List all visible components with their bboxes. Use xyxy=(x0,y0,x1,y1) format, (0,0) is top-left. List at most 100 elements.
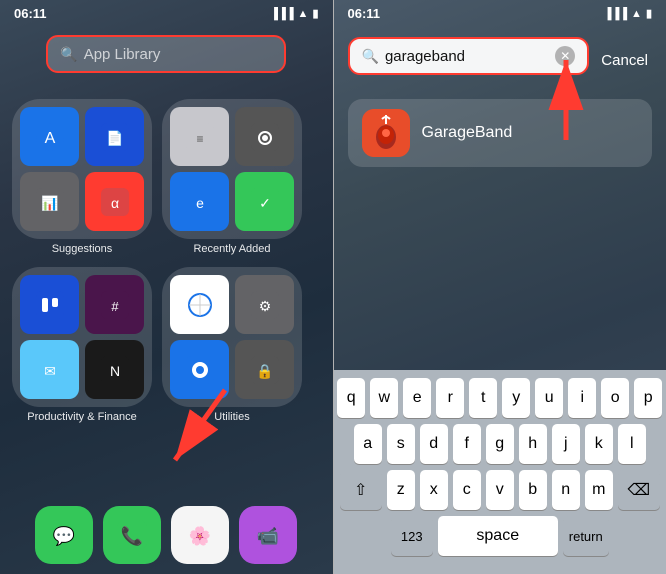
search-results: GarageBand xyxy=(348,99,653,167)
right-search-wrapper: 🔍 garageband ✕ Cancel xyxy=(348,31,653,89)
keyboard-row-4: 123 space return xyxy=(338,516,663,556)
app-store-icon: A xyxy=(20,107,79,166)
photos-icon[interactable]: 🌸 xyxy=(171,506,229,564)
key-k[interactable]: k xyxy=(585,424,613,464)
app-grid: A 📄 📊 α Suggestions xyxy=(0,99,333,423)
mail-icon: ✉ xyxy=(20,340,79,399)
key-e[interactable]: e xyxy=(403,378,431,418)
right-battery-icon: ▮ xyxy=(646,7,652,20)
key-d[interactable]: d xyxy=(420,424,448,464)
svg-text:📹: 📹 xyxy=(257,526,279,546)
svg-text:⚙: ⚙ xyxy=(258,298,271,314)
key-u[interactable]: u xyxy=(535,378,563,418)
phone-icon[interactable]: 📞 xyxy=(103,506,161,564)
key-t[interactable]: t xyxy=(469,378,497,418)
key-return[interactable]: return xyxy=(563,516,609,556)
svg-text:💬: 💬 xyxy=(53,525,75,546)
settings-icon: ⚙ xyxy=(235,275,294,334)
key-y[interactable]: y xyxy=(502,378,530,418)
key-a[interactable]: a xyxy=(354,424,382,464)
productivity-folder[interactable]: # ✉ N Productivity & Finance xyxy=(12,267,152,423)
key-o[interactable]: o xyxy=(601,378,629,418)
key-123[interactable]: 123 xyxy=(391,516,433,556)
suggestions-folder[interactable]: A 📄 📊 α Suggestions xyxy=(12,99,152,255)
trello-icon xyxy=(20,275,79,334)
right-search-text: garageband xyxy=(385,48,549,65)
svg-text:🌸: 🌸 xyxy=(189,525,211,546)
right-status-bar: 06:11 ▐▐▐ ▲ ▮ xyxy=(334,0,666,25)
garageband-name: GarageBand xyxy=(422,124,513,142)
notion-icon: N xyxy=(85,340,144,399)
svg-text:≡: ≡ xyxy=(196,132,203,146)
key-q[interactable]: q xyxy=(337,378,365,418)
svg-text:🔒: 🔒 xyxy=(256,363,273,380)
key-r[interactable]: r xyxy=(436,378,464,418)
left-status-bar: 06:11 ▐▐▐ ▲ ▮ xyxy=(0,0,333,25)
left-search-placeholder: App Library xyxy=(84,46,161,63)
edge-icon: e xyxy=(170,172,229,231)
camera-icon xyxy=(235,107,294,166)
right-wifi-icon: ▲ xyxy=(631,8,642,20)
slack-icon: # xyxy=(85,275,144,334)
key-g[interactable]: g xyxy=(486,424,514,464)
key-shift[interactable]: ⇧ xyxy=(340,470,382,510)
key-n[interactable]: n xyxy=(552,470,580,510)
svg-text:#: # xyxy=(111,299,119,314)
facetime-icon[interactable]: 📹 xyxy=(239,506,297,564)
key-z[interactable]: z xyxy=(387,470,415,510)
svg-text:✓: ✓ xyxy=(259,195,271,211)
key-v[interactable]: v xyxy=(486,470,514,510)
svg-text:e: e xyxy=(196,195,204,211)
key-space[interactable]: space xyxy=(438,516,558,556)
svg-text:N: N xyxy=(109,363,119,379)
key-l[interactable]: l xyxy=(618,424,646,464)
right-status-icons: ▐▐▐ ▲ ▮ xyxy=(604,7,652,20)
key-f[interactable]: f xyxy=(453,424,481,464)
key-m[interactable]: m xyxy=(585,470,613,510)
suggestions-label: Suggestions xyxy=(52,243,113,255)
battery-icon: ▮ xyxy=(312,7,318,20)
svg-text:📄: 📄 xyxy=(106,130,123,147)
keyboard[interactable]: q w e r t y u i o p a s d f g h j k l ⇧ … xyxy=(334,370,666,574)
key-s[interactable]: s xyxy=(387,424,415,464)
key-p[interactable]: p xyxy=(634,378,662,418)
right-signal-icon: ▐▐▐ xyxy=(604,8,627,20)
app-row-1: A 📄 📊 α Suggestions xyxy=(12,99,321,255)
svg-text:✉: ✉ xyxy=(44,363,56,379)
safari-icon xyxy=(170,275,229,334)
productivity-label: Productivity & Finance xyxy=(27,411,136,423)
key-w[interactable]: w xyxy=(370,378,398,418)
garageband-icon xyxy=(362,109,410,157)
recently-added-grid: ≡ e ✓ xyxy=(162,99,302,239)
key-x[interactable]: x xyxy=(420,470,448,510)
alfa-icon: α xyxy=(85,172,144,231)
right-search-icon: 🔍 xyxy=(362,48,379,65)
recently-added-folder[interactable]: ≡ e ✓ Recently Added xyxy=(162,99,302,255)
svg-text:📞: 📞 xyxy=(121,524,144,546)
chart-icon: 📊 xyxy=(20,172,79,231)
signal-icon: ▐▐▐ xyxy=(270,8,293,20)
key-backspace[interactable]: ⌫ xyxy=(618,470,660,510)
keyboard-row-3: ⇧ z x c v b n m ⌫ xyxy=(338,470,663,510)
key-c[interactable]: c xyxy=(453,470,481,510)
right-time: 06:11 xyxy=(348,6,381,21)
left-search-icon: 🔍 xyxy=(60,46,77,63)
lists-icon: ≡ xyxy=(170,107,229,166)
left-time: 06:11 xyxy=(14,6,47,21)
svg-text:📊: 📊 xyxy=(41,195,58,212)
key-i[interactable]: i xyxy=(568,378,596,418)
left-status-icons: ▐▐▐ ▲ ▮ xyxy=(270,7,318,20)
bottom-dock: 💬 📞 🌸 📹 xyxy=(0,506,333,564)
left-search-bar[interactable]: 🔍 App Library xyxy=(46,35,286,73)
recently-added-label: Recently Added xyxy=(193,243,270,255)
right-panel: 06:11 ▐▐▐ ▲ ▮ 🔍 garageband ✕ Cancel xyxy=(334,0,666,574)
suggestions-grid: A 📄 📊 α xyxy=(12,99,152,239)
check-icon: ✓ xyxy=(235,172,294,231)
key-j[interactable]: j xyxy=(552,424,580,464)
productivity-grid: # ✉ N xyxy=(12,267,152,407)
left-arrow xyxy=(155,380,245,480)
key-h[interactable]: h xyxy=(519,424,547,464)
garageband-result[interactable]: GarageBand xyxy=(348,99,653,167)
key-b[interactable]: b xyxy=(519,470,547,510)
messages-icon[interactable]: 💬 xyxy=(35,506,93,564)
